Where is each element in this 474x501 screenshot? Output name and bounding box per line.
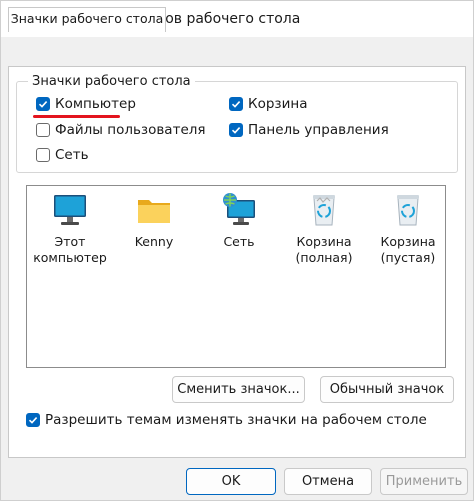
icon-network[interactable]: Сеть (199, 192, 279, 250)
icon-label: Сеть (223, 234, 255, 249)
checkbox-label: Файлы пользователя (55, 122, 206, 138)
group-legend: Значки рабочего стола (28, 74, 195, 89)
icon-label: Kenny (134, 234, 174, 249)
icon-user-folder[interactable]: Kenny (114, 192, 194, 250)
cancel-button[interactable]: Отмена (284, 468, 372, 495)
icon-this-pc[interactable]: Этот компьютер (30, 192, 110, 266)
checkbox-label: Корзина (248, 96, 308, 112)
change-icon-button[interactable]: Сменить значок... (172, 376, 305, 403)
checkbox-label: Панель управления (248, 122, 389, 138)
folder-icon (138, 200, 170, 223)
checkbox-control-panel[interactable]: Панель управления (229, 122, 389, 138)
checkbox-recycle-bin[interactable]: Корзина (229, 96, 307, 112)
annotation-underline (33, 115, 120, 118)
checkbox-label: Разрешить темам изменять значки на рабоч… (45, 412, 427, 428)
network-icon (223, 193, 255, 225)
checkbox-label: Компьютер (55, 96, 136, 112)
tab-strip (1, 37, 473, 67)
tab-desktop-icons[interactable]: Значки рабочего стола (8, 7, 166, 32)
icon-recycle-bin-empty[interactable]: Корзина (пустая) (368, 192, 448, 266)
checkbox-unchecked-icon[interactable] (36, 148, 50, 162)
icon-label: Этот компьютер (33, 234, 107, 265)
recycle-bin-empty-icon (397, 195, 419, 226)
icon-label: Корзина (полная) (295, 234, 353, 265)
recycle-bin-full-icon (313, 195, 335, 226)
default-icon-button[interactable]: Обычный значок (320, 376, 454, 403)
checkbox-checked-icon[interactable] (229, 97, 243, 111)
icon-recycle-bin-full[interactable]: Корзина (полная) (284, 192, 364, 266)
checkbox-label: Сеть (55, 147, 89, 163)
checkbox-computer[interactable]: Компьютер (36, 96, 136, 112)
apply-button[interactable]: Применить (380, 468, 468, 495)
ok-button[interactable]: OK (186, 468, 276, 495)
checkbox-allow-themes[interactable]: Разрешить темам изменять значки на рабоч… (26, 412, 427, 428)
icon-label: Корзина (пустая) (380, 234, 436, 265)
checkbox-network[interactable]: Сеть (36, 147, 89, 163)
checkbox-checked-icon[interactable] (229, 123, 243, 137)
monitor-icon (54, 195, 86, 225)
checkbox-unchecked-icon[interactable] (36, 123, 50, 137)
checkbox-checked-icon[interactable] (36, 97, 50, 111)
checkbox-user-files[interactable]: Файлы пользователя (36, 122, 206, 138)
checkbox-checked-icon[interactable] (26, 413, 40, 427)
